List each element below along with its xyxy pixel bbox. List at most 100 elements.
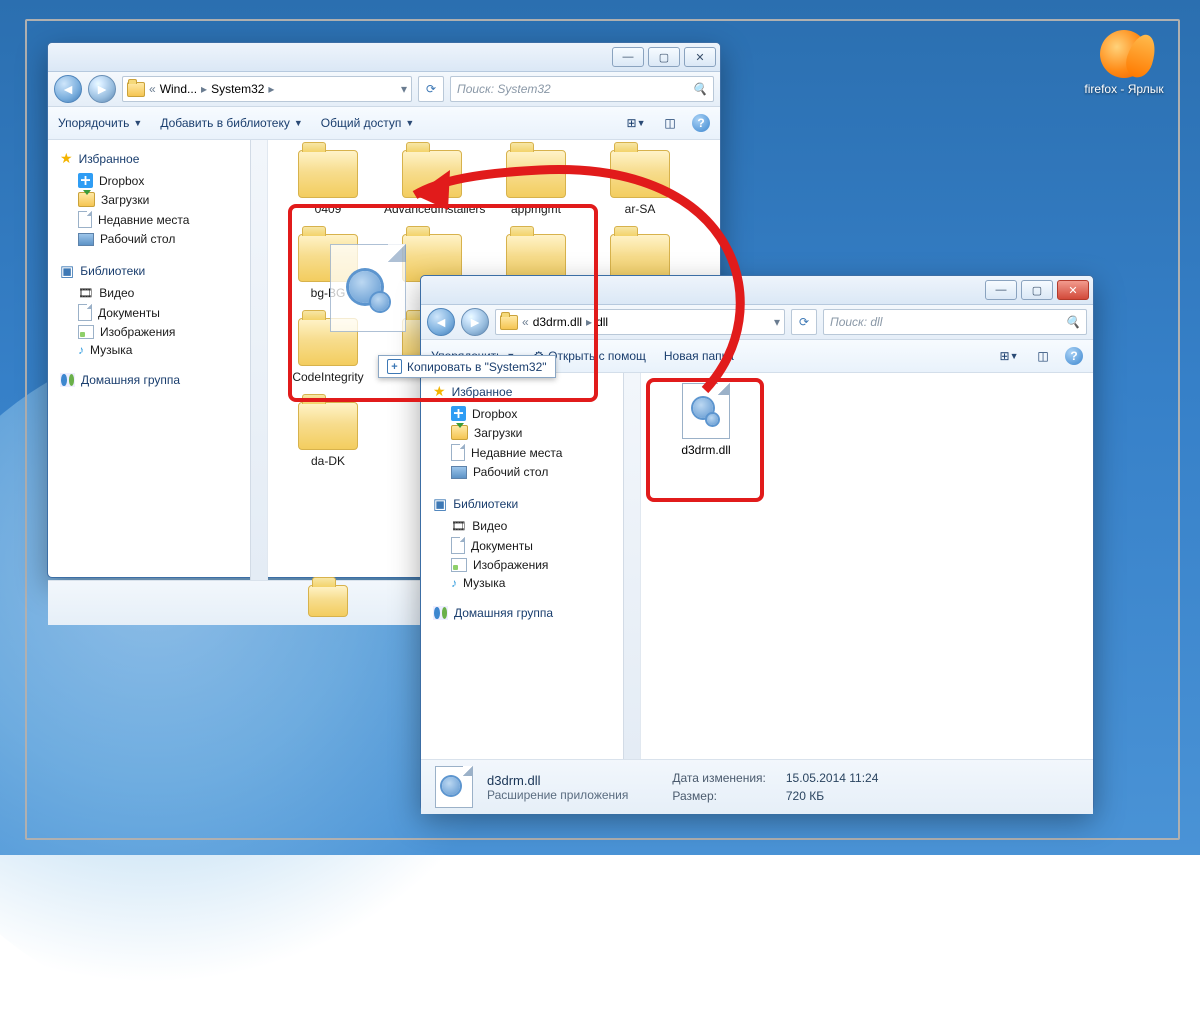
sidebar-item-recent[interactable]: Недавние места [56,209,261,230]
sidebar-libraries[interactable]: Библиотеки [453,497,518,511]
share-menu[interactable]: Общий доступ▼ [321,116,415,130]
sidebar-item-documents[interactable]: Документы [56,302,261,323]
refresh-button[interactable]: ⟳ [791,309,817,335]
help-button[interactable]: ? [1065,347,1083,365]
dropbox-icon [78,173,93,188]
folder-item[interactable]: 0409 [280,150,376,216]
folder-icon [298,150,358,198]
maximize-button[interactable]: ▢ [648,47,680,67]
breadcrumb-segment[interactable]: dll [596,315,608,329]
breadcrumb-segment[interactable]: Wind... [160,82,197,96]
folder-icon [506,150,566,198]
back-button[interactable]: ◄ [427,308,455,336]
documents-icon [78,304,92,321]
navigation-pane[interactable]: ★ Избранное Dropbox Загрузки Недавние мес… [48,140,268,580]
folder-icon [500,315,518,330]
homegroup-icon [433,606,448,620]
folder-icon [127,82,145,97]
drag-tooltip: + Копировать в "System32" [378,355,556,378]
firefox-icon [1100,30,1148,78]
navigation-pane[interactable]: ★ Избранное Dropbox Загрузки Недавние мес… [421,373,641,759]
dropdown-icon[interactable]: ▾ [774,315,780,329]
details-size-label: Размер: [672,789,766,803]
desktop-icon [78,233,94,246]
sidebar-libraries[interactable]: Библиотеки [80,264,145,278]
plus-icon: + [387,359,402,374]
sidebar-item-desktop[interactable]: Рабочий стол [429,463,634,481]
folder-item[interactable]: ar-SA [592,150,688,216]
scrollbar[interactable] [623,373,640,759]
sidebar-homegroup[interactable]: Домашняя группа [81,373,180,387]
homegroup-icon [60,373,75,387]
minimize-button[interactable]: — [985,280,1017,300]
details-filetype: Расширение приложения [487,788,628,802]
breadcrumb-segment[interactable]: System32 [211,82,264,96]
folder-icon [298,402,358,450]
organize-menu[interactable]: Упорядочить▼ [58,116,142,130]
scrollbar[interactable] [250,140,267,580]
close-button[interactable]: ✕ [1057,280,1089,300]
sidebar-item-dropbox[interactable]: Dropbox [56,171,261,190]
desktop-icon [451,466,467,479]
sidebar-homegroup[interactable]: Домашняя группа [454,606,553,620]
refresh-button[interactable]: ⟳ [418,76,444,102]
sidebar-favorites[interactable]: Избранное [452,385,513,399]
sidebar-item-desktop[interactable]: Рабочий стол [56,230,261,248]
sidebar-item-documents[interactable]: Документы [429,535,634,556]
content-pane[interactable]: d3drm.dll [641,373,1093,759]
minimize-button[interactable]: — [612,47,644,67]
preview-pane-button[interactable]: ◫ [658,112,682,134]
view-options-button[interactable]: ⊞ ▼ [624,112,648,134]
sidebar-item-dropbox[interactable]: Dropbox [429,404,634,423]
sidebar-item-video[interactable]: 🎞Видео [56,284,261,302]
search-box[interactable]: Поиск: System32 🔍 [450,76,714,102]
sidebar-favorites[interactable]: Избранное [79,152,140,166]
preview-pane-button[interactable]: ◫ [1031,345,1055,367]
dropdown-icon[interactable]: ▾ [401,82,407,96]
help-button[interactable]: ? [692,114,710,132]
sidebar-item-downloads[interactable]: Загрузки [429,423,634,442]
back-button[interactable]: ◄ [54,75,82,103]
sidebar-item-music[interactable]: ♪Музыка [56,341,261,359]
address-bar[interactable]: « d3drm.dll ▸ dll ▾ [495,309,785,335]
drag-ghost-icon [330,244,406,332]
forward-button[interactable]: ► [88,75,116,103]
dll-file-icon [682,383,730,439]
maximize-button[interactable]: ▢ [1021,280,1053,300]
folder-item[interactable]: da-DK [280,402,376,468]
details-date-value: 15.05.2014 11:24 [786,771,879,785]
sidebar-item-pictures[interactable]: Изображения [56,323,261,341]
details-size-value: 720 КБ [786,789,879,803]
desktop-shortcut-label: firefox - Ярлык [1082,82,1166,96]
file-label: d3drm.dll [671,443,741,457]
details-date-label: Дата изменения: [672,771,766,785]
star-icon: ★ [60,150,73,167]
desktop-shortcut-firefox[interactable]: firefox - Ярлык [1082,30,1166,96]
folder-icon [610,150,670,198]
new-folder-button[interactable]: Новая папка [664,349,734,363]
libraries-icon: ▣ [433,495,447,513]
titlebar[interactable]: — ▢ ✕ [48,43,720,72]
address-bar[interactable]: « Wind... ▸ System32 ▸ ▾ [122,76,412,102]
view-options-button[interactable]: ⊞ ▼ [997,345,1021,367]
search-box[interactable]: Поиск: dll 🔍 [823,309,1087,335]
sidebar-item-pictures[interactable]: Изображения [429,556,634,574]
navigation-bar: ◄ ► « Wind... ▸ System32 ▸ ▾ ⟳ Поиск: Sy… [48,72,720,107]
video-icon: 🎞 [451,519,466,533]
star-icon: ★ [433,383,446,400]
sidebar-item-music[interactable]: ♪Музыка [429,574,634,592]
close-button[interactable]: ✕ [684,47,716,67]
dll-file-icon [435,766,473,808]
titlebar[interactable]: — ▢ ✕ [421,276,1093,305]
sidebar-item-downloads[interactable]: Загрузки [56,190,261,209]
sidebar-item-recent[interactable]: Недавние места [429,442,634,463]
breadcrumb-segment[interactable]: d3drm.dll [533,315,582,329]
folder-item[interactable]: appmgmt [488,150,584,216]
add-to-library-menu[interactable]: Добавить в библиотеку▼ [160,116,302,130]
file-item-d3drm[interactable]: d3drm.dll [671,383,741,457]
video-icon: 🎞 [78,286,93,300]
pictures-icon [451,558,467,572]
sidebar-item-video[interactable]: 🎞Видео [429,517,634,535]
folder-item[interactable]: AdvancedInstallers [384,150,480,216]
forward-button[interactable]: ► [461,308,489,336]
